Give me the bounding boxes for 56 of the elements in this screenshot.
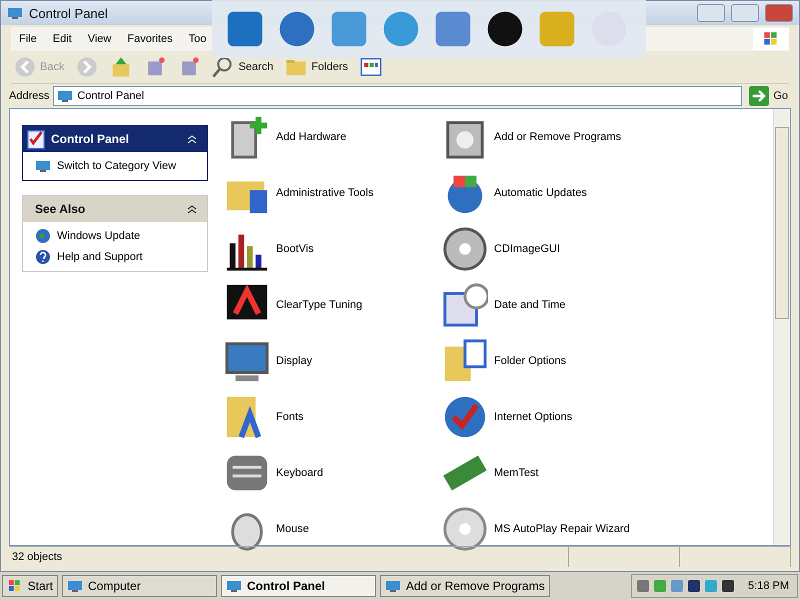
control-panel-item[interactable]: Add Hardware: [224, 109, 442, 165]
menu-item[interactable]: Edit: [44, 33, 80, 45]
taskbar-button[interactable]: Control Panel: [221, 575, 376, 597]
folder-up-icon: [110, 56, 132, 78]
minimize-button[interactable]: [697, 4, 725, 22]
address-label: Address: [9, 90, 50, 102]
tray-icon[interactable]: [721, 579, 736, 593]
control-panel-item[interactable]: MemTest: [442, 445, 773, 501]
monitor-icon: [7, 5, 23, 21]
control-panel-item[interactable]: BootVis: [224, 221, 442, 277]
taskbar-button[interactable]: Computer: [62, 575, 217, 597]
start-button[interactable]: Start: [2, 575, 58, 597]
control-panel-item[interactable]: ClearType Tuning: [224, 277, 442, 333]
views-icon: [360, 56, 382, 78]
status-text: 32 objects: [9, 547, 569, 567]
task-link[interactable]: Switch to Category View: [35, 158, 195, 174]
monitor-icon: [35, 158, 51, 174]
address-field[interactable]: Control Panel: [53, 86, 742, 106]
control-panel-item[interactable]: Administrative Tools: [224, 165, 442, 221]
menu-item[interactable]: View: [80, 33, 120, 45]
monitor-icon: [57, 88, 74, 104]
calendar-clock-icon: [442, 282, 488, 328]
monitor-icon: [67, 578, 83, 594]
disc-icon: [442, 226, 488, 272]
menu-item[interactable]: Favorites: [119, 33, 181, 45]
monitor-icon: [385, 578, 401, 594]
scrollbar[interactable]: [773, 109, 790, 545]
go-button[interactable]: Go: [746, 84, 791, 108]
control-panel-item[interactable]: CDImageGUI: [442, 221, 773, 277]
menu-item[interactable]: File: [11, 33, 45, 45]
task-link[interactable]: Help and Support: [35, 249, 195, 265]
control-panel-item[interactable]: Folder Options: [442, 333, 773, 389]
help-icon: [35, 249, 51, 265]
search-button[interactable]: Search: [209, 54, 276, 80]
menu-item[interactable]: Too: [180, 33, 214, 45]
control-panel-item[interactable]: Fonts: [224, 389, 442, 445]
control-panel-item[interactable]: Internet Options: [442, 389, 773, 445]
checklist-icon: [25, 128, 47, 150]
control-panel-item[interactable]: Automatic Updates: [442, 165, 773, 221]
restore-button[interactable]: [731, 4, 759, 22]
collapse-icon[interactable]: [187, 204, 197, 214]
control-panel-item[interactable]: Date and Time: [442, 277, 773, 333]
task-link[interactable]: Windows Update: [35, 228, 195, 244]
control-panel-item[interactable]: Display: [224, 333, 442, 389]
tray-icon[interactable]: [687, 579, 702, 593]
control-panel-item[interactable]: Keyboard: [224, 445, 442, 501]
monitor-icon: [226, 578, 242, 594]
window-title: Control Panel: [29, 6, 109, 20]
taskbar-button[interactable]: Add or Remove Programs: [380, 575, 550, 597]
search-icon: [212, 56, 234, 78]
globe-check-icon: [442, 394, 488, 440]
folders-button[interactable]: Folders: [282, 54, 352, 80]
control-panel-item[interactable]: Add or Remove Programs: [442, 109, 773, 165]
clock: 5:18 PM: [748, 580, 789, 592]
folder-checklist-icon: [442, 338, 488, 384]
close-button[interactable]: [765, 4, 793, 22]
